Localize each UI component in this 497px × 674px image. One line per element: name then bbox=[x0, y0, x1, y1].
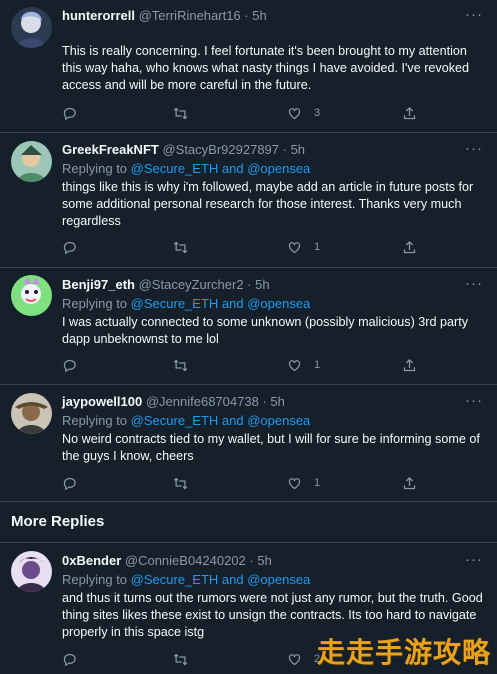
replying-to-link[interactable]: @Secure_ETH and @opensea bbox=[131, 413, 311, 428]
share-button[interactable] bbox=[402, 105, 417, 121]
timestamp[interactable]: · 5h bbox=[262, 394, 284, 409]
more-dots-icon[interactable]: ··· bbox=[465, 393, 483, 410]
retweet-button[interactable] bbox=[173, 651, 188, 667]
avatar[interactable] bbox=[11, 393, 52, 434]
tweet-text: No weird contracts tied to my wallet, bu… bbox=[62, 432, 480, 463]
retweet-icon bbox=[173, 653, 188, 665]
timestamp[interactable]: · 5h bbox=[283, 142, 305, 157]
reply-button[interactable] bbox=[62, 239, 77, 255]
avatar[interactable] bbox=[11, 551, 52, 592]
retweet-icon bbox=[173, 241, 188, 253]
heart-icon bbox=[288, 477, 301, 489]
heart-icon bbox=[288, 359, 301, 371]
display-name[interactable]: GreekFreakNFT bbox=[62, 142, 159, 157]
retweet-icon bbox=[173, 477, 188, 489]
like-button[interactable]: 1 bbox=[287, 475, 320, 491]
avatar[interactable] bbox=[11, 141, 52, 182]
timestamp[interactable]: · 5h bbox=[247, 277, 269, 292]
tweet-header: hunterorrell @TerriRinehart16 · 5h bbox=[62, 8, 267, 23]
replying-to-link[interactable]: @Secure_ETH and @opensea bbox=[131, 161, 311, 176]
speech-bubble-icon bbox=[63, 359, 76, 372]
retweet-button[interactable] bbox=[173, 239, 188, 255]
display-name[interactable]: 0xBender bbox=[62, 553, 121, 568]
like-button[interactable]: 1 bbox=[287, 357, 320, 373]
like-button[interactable]: 3 bbox=[287, 105, 320, 121]
share-button[interactable] bbox=[402, 357, 417, 373]
tweet-text: things like this is why i'm followed, ma… bbox=[62, 180, 474, 228]
speech-bubble-icon bbox=[63, 653, 76, 666]
reply-tweet[interactable]: GreekFreakNFT @StacyBr92927897 · 5h ··· … bbox=[0, 133, 497, 268]
user-handle[interactable]: @StaceyZurcher2 bbox=[139, 277, 244, 292]
replying-to: Replying to @Secure_ETH and @opensea bbox=[62, 296, 310, 311]
like-button[interactable]: 2 bbox=[287, 651, 320, 667]
timestamp[interactable]: · 5h bbox=[249, 553, 271, 568]
avatar[interactable] bbox=[11, 7, 52, 48]
like-count: 1 bbox=[314, 241, 321, 253]
display-name[interactable]: Benji97_eth bbox=[62, 277, 135, 292]
retweet-icon bbox=[173, 359, 188, 371]
replying-prefix: Replying to bbox=[62, 413, 128, 428]
reply-button[interactable] bbox=[62, 357, 77, 373]
heart-icon bbox=[288, 653, 301, 665]
more-dots-icon[interactable]: ··· bbox=[465, 141, 483, 158]
replying-to: Replying to @Secure_ETH and @opensea bbox=[62, 161, 310, 176]
more-dots-icon[interactable]: ··· bbox=[465, 276, 483, 293]
tweet-header: jaypowell100 @Jennife68704738 · 5h bbox=[62, 394, 285, 409]
reply-tweet[interactable]: hunterorrell @TerriRinehart16 · 5h ··· T… bbox=[0, 0, 497, 133]
display-name[interactable]: jaypowell100 bbox=[62, 394, 142, 409]
tweet-header: 0xBender @ConnieB04240202 · 5h bbox=[62, 553, 272, 568]
display-name[interactable]: hunterorrell bbox=[62, 8, 135, 23]
reply-button[interactable] bbox=[62, 475, 77, 491]
tweet-actions: 3 bbox=[62, 105, 422, 121]
user-handle[interactable]: @ConnieB04240202 bbox=[125, 553, 246, 568]
share-upload-icon bbox=[403, 106, 416, 119]
reply-tweet[interactable]: Benji97_eth @StaceyZurcher2 · 5h ··· Rep… bbox=[0, 268, 497, 385]
more-dots-icon[interactable]: ··· bbox=[465, 7, 483, 24]
tweet-text: I was actually connected to some unknown… bbox=[62, 315, 468, 346]
reply-button[interactable] bbox=[62, 105, 77, 121]
speech-bubble-icon bbox=[63, 241, 76, 254]
tweet-text: This is really concerning. I feel fortun… bbox=[62, 44, 470, 92]
like-count: 1 bbox=[314, 359, 321, 371]
replying-prefix: Replying to bbox=[62, 161, 128, 176]
replying-to: Replying to @Secure_ETH and @opensea bbox=[62, 413, 310, 428]
heart-icon bbox=[288, 107, 301, 119]
tweet-header: Benji97_eth @StaceyZurcher2 · 5h bbox=[62, 277, 270, 292]
share-upload-icon bbox=[403, 358, 416, 371]
tweet-actions: 1 bbox=[62, 357, 422, 373]
speech-bubble-icon bbox=[63, 107, 76, 120]
more-replies-heading: More Replies bbox=[11, 513, 105, 530]
replying-to-link[interactable]: @Secure_ETH and @opensea bbox=[131, 572, 311, 587]
replying-prefix: Replying to bbox=[62, 572, 128, 587]
reply-tweet[interactable]: jaypowell100 @Jennife68704738 · 5h ··· R… bbox=[0, 385, 497, 502]
share-button[interactable] bbox=[402, 239, 417, 255]
retweet-button[interactable] bbox=[173, 357, 188, 373]
replying-to: Replying to @Secure_ETH and @opensea bbox=[62, 572, 310, 587]
reply-button[interactable] bbox=[62, 651, 77, 667]
tweet-header: GreekFreakNFT @StacyBr92927897 · 5h bbox=[62, 142, 305, 157]
retweet-button[interactable] bbox=[173, 475, 188, 491]
retweet-icon bbox=[173, 107, 188, 119]
share-upload-icon bbox=[403, 476, 416, 489]
avatar[interactable] bbox=[11, 275, 52, 316]
share-button[interactable] bbox=[402, 475, 417, 491]
like-button[interactable]: 1 bbox=[287, 239, 320, 255]
like-count: 3 bbox=[314, 107, 321, 119]
timestamp[interactable]: · 5h bbox=[244, 8, 266, 23]
user-handle[interactable]: @TerriRinehart16 bbox=[139, 8, 241, 23]
user-handle[interactable]: @StacyBr92927897 bbox=[162, 142, 279, 157]
replying-prefix: Replying to bbox=[62, 296, 128, 311]
tweet-actions: 1 bbox=[62, 475, 422, 491]
watermark-logo: 走走手游攻略 bbox=[316, 636, 491, 669]
replying-to-link[interactable]: @Secure_ETH and @opensea bbox=[131, 296, 311, 311]
user-handle[interactable]: @Jennife68704738 bbox=[146, 394, 259, 409]
speech-bubble-icon bbox=[63, 477, 76, 490]
tweet-actions: 1 bbox=[62, 239, 422, 255]
share-upload-icon bbox=[403, 240, 416, 253]
like-count: 1 bbox=[314, 477, 321, 489]
heart-icon bbox=[288, 241, 301, 253]
retweet-button[interactable] bbox=[173, 105, 188, 121]
more-dots-icon[interactable]: ··· bbox=[465, 552, 483, 569]
